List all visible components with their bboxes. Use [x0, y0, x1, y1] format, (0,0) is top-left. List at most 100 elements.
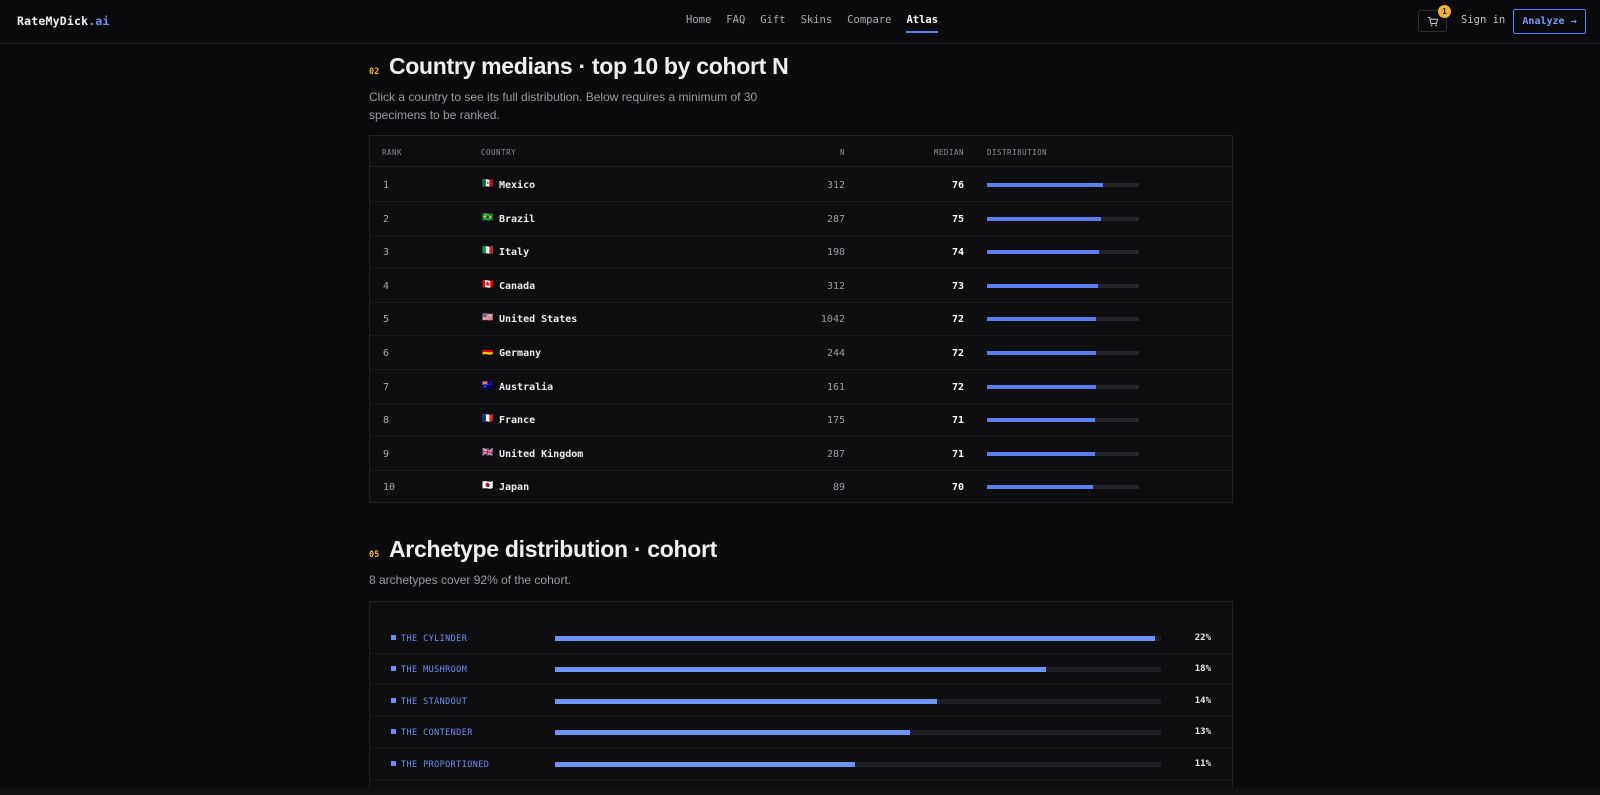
- cart-button[interactable]: 1: [1418, 5, 1451, 32]
- country-name[interactable]: United States: [499, 314, 577, 325]
- archetype-name: THE MUSHROOM: [391, 665, 467, 675]
- rank-cell: 5: [383, 314, 390, 326]
- n-cell: 244: [826, 348, 845, 359]
- flag-icon: 🇯🇵: [482, 481, 494, 492]
- flag-icon: 🇨🇦: [482, 279, 494, 290]
- rank-cell: 4: [383, 280, 390, 292]
- rank-cell: 9: [383, 448, 390, 460]
- n-cell: 175: [826, 415, 845, 427]
- flag-icon: 🇦🇺: [482, 380, 494, 391]
- flag-icon: 🇬🇧: [482, 447, 494, 458]
- distribution-bar: [987, 384, 1139, 389]
- archetype-bar-fill: [555, 636, 1155, 641]
- country-name[interactable]: France: [499, 415, 535, 426]
- cart-count-badge: 1: [1438, 5, 1451, 18]
- archetype-percent: 18%: [1194, 664, 1211, 675]
- country-name[interactable]: Mexico: [499, 180, 535, 191]
- distribution-bar: [987, 485, 1139, 490]
- country-name[interactable]: Australia: [499, 382, 553, 393]
- col-country: COUNTRY: [481, 148, 517, 157]
- country-name[interactable]: Japan: [499, 482, 529, 493]
- table-row[interactable]: 4 🇨🇦 Canada 312 73: [370, 269, 1232, 303]
- section-description: 8 archetypes cover 92% of the cohort.: [369, 573, 572, 587]
- nav-home[interactable]: Home: [686, 14, 711, 26]
- country-name[interactable]: Brazil: [499, 214, 535, 225]
- distribution-bar-fill: [987, 418, 1095, 423]
- table-row[interactable]: 3 🇮🇹 Italy 198 74: [370, 235, 1232, 270]
- distribution-bar: [987, 351, 1139, 355]
- table-row[interactable]: 7 🇦🇺 Australia 161 72: [370, 370, 1232, 404]
- table-row[interactable]: 10 🇯🇵 Japan 89 70: [370, 470, 1232, 504]
- col-n: N: [839, 148, 845, 157]
- median-cell: 76: [951, 180, 964, 191]
- nav-atlas[interactable]: Atlas: [906, 14, 938, 33]
- col-rank: RANK: [382, 148, 403, 157]
- archetype-row: THE CONTENDER 13%: [370, 717, 1232, 749]
- archetype-row: THE STANDOUT 14%: [370, 686, 1232, 717]
- distribution-bar: [987, 250, 1139, 255]
- nav-compare[interactable]: Compare: [847, 14, 891, 26]
- n-cell: 312: [826, 180, 845, 191]
- archetype-chart: THE CYLINDER 22% THE MUSHROOM 18% THE STANDO…: [369, 601, 1233, 795]
- distribution-bar-fill: [987, 216, 1101, 221]
- country-name[interactable]: United Kingdom: [499, 449, 583, 460]
- table-row[interactable]: 8 🇫🇷 France 175 71: [370, 403, 1232, 438]
- median-cell: 72: [951, 314, 964, 326]
- country-table: RANK COUNTRY N MEDIAN DISTRIBUTION 1 🇲🇽 Me…: [369, 135, 1233, 503]
- section-title: Archetype distribution · cohort: [389, 536, 718, 562]
- brand-logo[interactable]: RateMyDick.ai: [17, 14, 110, 28]
- brand-name: RateMyDick: [17, 14, 89, 28]
- distribution-bar-fill: [987, 250, 1100, 255]
- n-cell: 1042: [820, 314, 845, 326]
- nav-faq[interactable]: FAQ: [726, 14, 745, 26]
- country-name[interactable]: Italy: [499, 247, 529, 258]
- archetype-name: THE STANDOUT: [391, 697, 467, 707]
- archetype-row: THE PROPORTIONED 11%: [370, 749, 1232, 780]
- median-cell: 74: [951, 247, 964, 259]
- distribution-bar-fill: [987, 283, 1098, 288]
- section-description: Click a country to see its full distribu…: [369, 90, 758, 122]
- rank-cell: 1: [383, 180, 390, 191]
- table-row[interactable]: 5 🇺🇸 United States 1042 72: [370, 302, 1232, 337]
- nav-skins[interactable]: Skins: [801, 14, 833, 26]
- rank-cell: 3: [383, 247, 390, 259]
- col-median: MEDIAN: [933, 148, 964, 157]
- archetype-name: THE CYLINDER: [391, 634, 467, 644]
- rank-cell: 8: [383, 415, 390, 427]
- country-name[interactable]: Canada: [499, 281, 535, 292]
- distribution-bar-fill: [987, 485, 1094, 490]
- analyze-button[interactable]: Analyze →: [1513, 9, 1586, 34]
- flag-icon: 🇩🇪: [482, 347, 494, 357]
- flag-icon: 🇧🇷: [482, 212, 494, 223]
- distribution-bar: [987, 317, 1139, 322]
- archetype-percent: 22%: [1194, 633, 1211, 643]
- distribution-bar-fill: [987, 317, 1097, 322]
- rank-cell: 2: [383, 213, 390, 225]
- distribution-bar: [987, 216, 1139, 221]
- archetype-row: THE MUSHROOM 18%: [370, 654, 1232, 686]
- median-cell: 72: [951, 381, 964, 393]
- country-name[interactable]: Germany: [499, 348, 541, 359]
- table-row[interactable]: 1 🇲🇽 Mexico 312 76: [370, 168, 1232, 202]
- nav-gift[interactable]: Gift: [760, 14, 785, 26]
- section-number: 05: [369, 550, 380, 560]
- section-number: 02: [369, 67, 380, 77]
- table-row[interactable]: 6 🇩🇪 Germany 244 72: [370, 336, 1232, 370]
- rank-cell: 7: [383, 381, 390, 393]
- archetype-bar: [555, 761, 1161, 767]
- flag-icon: 🇺🇸: [482, 313, 494, 324]
- rank-cell: 6: [383, 348, 390, 359]
- sign-in-link[interactable]: Sign in: [1461, 14, 1505, 26]
- table-row[interactable]: 9 🇬🇧 United Kingdom 287 71: [370, 437, 1232, 471]
- archetype-bar: [555, 698, 1161, 704]
- median-cell: 71: [951, 448, 964, 460]
- table-row[interactable]: 2 🇧🇷 Brazil 287 75: [370, 202, 1232, 236]
- archetype-row: THE CYLINDER 22%: [370, 623, 1232, 654]
- distribution-bar-fill: [987, 451, 1095, 456]
- median-cell: 75: [951, 213, 964, 225]
- n-cell: 287: [826, 448, 845, 460]
- top-navbar: RateMyDick.ai Home FAQ Gift Skins Compar…: [0, 0, 1600, 44]
- median-cell: 73: [951, 280, 964, 292]
- archetype-bar: [555, 636, 1161, 641]
- archetype-bar-fill: [555, 667, 1046, 673]
